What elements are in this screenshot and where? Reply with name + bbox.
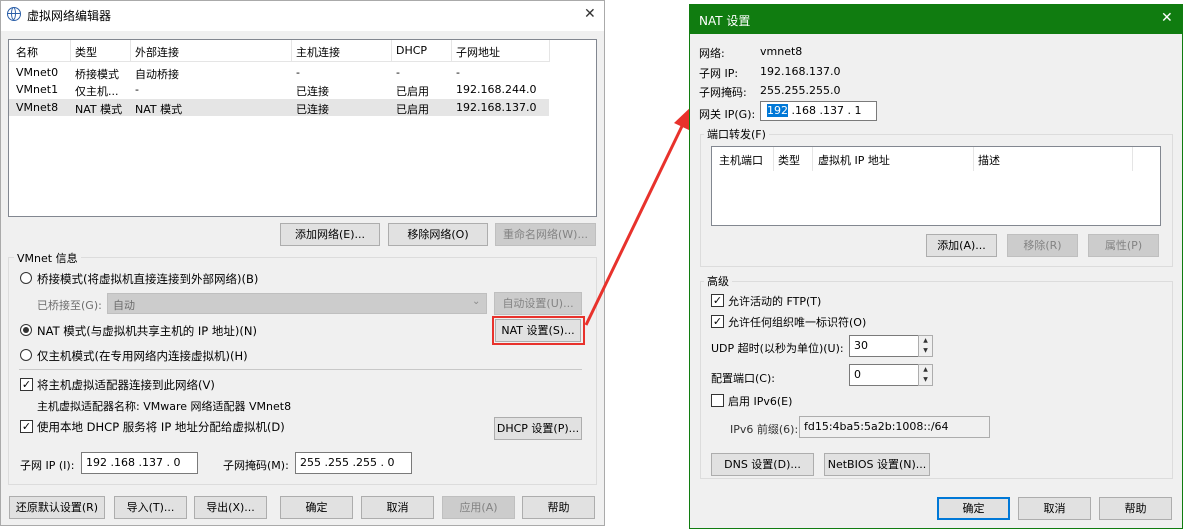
restore-defaults-button[interactable]: 还原默认设置(R) [9,496,105,519]
bridged-to-label: 已桥接至(G): [37,299,102,312]
help-button[interactable]: 帮助 [522,496,595,519]
connect-adapter-label[interactable]: 将主机虚拟适配器连接到此网络(V) [37,377,215,393]
host-only-radio[interactable] [20,349,32,361]
import-button[interactable]: 导入(T)... [114,496,187,519]
column-header[interactable]: DHCP [396,44,427,57]
host-only-label[interactable]: 仅主机模式(在专用网络内连接虚拟机)(H) [37,348,248,364]
allow-ftp-label[interactable]: 允许活动的 FTP(T) [728,293,821,309]
nat-titlebar: NAT 设置 ✕ [690,5,1182,34]
gateway-other-octets: .168 .137 . 1 [788,104,862,117]
app-globe-icon [7,7,21,21]
table-header: 主机端口 类型 虚拟机 IP 地址 描述 [712,147,1134,171]
enable-ipv6-label[interactable]: 启用 IPv6(E) [728,393,792,409]
config-port-input[interactable]: 0 [849,364,919,386]
column-header[interactable]: 虚拟机 IP 地址 [818,152,890,168]
netbios-settings-button[interactable]: NetBIOS 设置(N)... [824,453,930,476]
auto-setup-button[interactable]: 自动设置(U)... [494,292,582,315]
gateway-first-octet: 192 [767,104,788,117]
gateway-ip-label: 网关 IP(G): [699,108,756,121]
subnet-mask-field[interactable]: 255 .255 .255 . 0 [295,452,412,474]
allow-ftp-checkbox[interactable]: ✓ [711,294,724,307]
ipv6-prefix-input[interactable]: fd15:4ba5:5a2b:1008::/64 [799,416,990,438]
column-header[interactable]: 主机连接 [296,44,340,60]
column-header[interactable]: 类型 [75,44,97,60]
nat-settings-highlight [492,316,585,345]
red-arrow [584,105,693,326]
apply-button[interactable]: 应用(A) [442,496,515,519]
nat-window-title: NAT 设置 [699,14,751,28]
config-port-stepper[interactable]: ▲ ▼ [918,364,933,386]
chevron-down-icon: ⌄ [472,296,481,307]
left-titlebar: 虚拟网络编辑器 ✕ [1,1,604,31]
network-value: vmnet8 [760,45,803,58]
column-header[interactable]: 名称 [16,44,38,60]
subnet-ip-field[interactable]: 192 .168 .137 . 0 [81,452,198,474]
bridged-to-select[interactable]: 自动 ⌄ [107,293,487,314]
config-port-label: 配置端口(C): [711,372,775,385]
close-icon[interactable]: ✕ [584,6,596,22]
column-header[interactable]: 主机端口 [719,152,763,168]
nat-mode-label[interactable]: NAT 模式(与虚拟机共享主机的 IP 地址)(N) [37,323,257,339]
divider [19,369,582,370]
adapter-name-text: 主机虚拟适配器名称: VMware 网络适配器 VMnet8 [37,400,292,413]
stepper-up-icon[interactable]: ▲ [919,365,932,375]
dhcp-settings-button[interactable]: DHCP 设置(P)... [494,417,582,440]
subnet-mask-label: 子网掩码(M): [223,459,289,472]
udp-timeout-stepper[interactable]: ▲ ▼ [918,335,933,357]
gateway-ip-field[interactable]: 192 .168 .137 . 1 [760,101,877,121]
udp-timeout-input[interactable]: 30 [849,335,919,357]
table-row[interactable]: VMnet0 桥接模式 自动桥接 - - - [9,65,549,81]
dns-settings-button[interactable]: DNS 设置(D)... [711,453,814,476]
column-header[interactable]: 子网地址 [456,44,500,60]
remove-port-button[interactable]: 移除(R) [1007,234,1078,257]
add-port-button[interactable]: 添加(A)... [926,234,997,257]
subnet-ip-label: 子网 IP (I): [20,459,75,472]
ipv6-prefix-label: IPv6 前缀(6): [730,423,799,436]
table-header: 名称 类型 外部连接 主机连接 DHCP 子网地址 [9,40,550,62]
dhcp-label[interactable]: 使用本地 DHCP 服务将 IP 地址分配给虚拟机(D) [37,419,285,435]
column-header[interactable]: 类型 [778,152,800,168]
cancel-button[interactable]: 取消 [1018,497,1091,520]
stepper-down-icon[interactable]: ▼ [919,375,932,385]
enable-ipv6-checkbox[interactable] [711,394,724,407]
advanced-title: 高级 [704,273,732,289]
allow-oui-label[interactable]: 允许任何组织唯一标识符(O) [728,314,866,330]
network-label: 网络: [699,47,725,60]
add-network-button[interactable]: 添加网络(E)... [280,223,380,246]
table-row[interactable]: VMnet1 仅主机... - 已连接 已启用 192.168.244.0 [9,82,549,98]
window-title: 虚拟网络编辑器 [27,9,112,23]
connect-adapter-checkbox[interactable]: ✓ [20,378,33,391]
column-header[interactable]: 描述 [978,152,1000,168]
bridge-mode-radio[interactable] [20,272,32,284]
port-properties-button[interactable]: 属性(P) [1088,234,1159,257]
port-forwarding-table[interactable]: 主机端口 类型 虚拟机 IP 地址 描述 [711,146,1161,226]
stepper-down-icon[interactable]: ▼ [919,346,932,356]
column-header[interactable]: 外部连接 [135,44,179,60]
subnet-mask-label: 子网掩码: [699,86,747,99]
help-button[interactable]: 帮助 [1099,497,1172,520]
export-button[interactable]: 导出(X)... [194,496,267,519]
cancel-button[interactable]: 取消 [361,496,434,519]
vmnet-info-title: VMnet 信息 [14,250,81,266]
ok-button[interactable]: 确定 [937,497,1010,520]
subnet-mask-value: 255.255.255.0 [760,84,841,97]
dhcp-checkbox[interactable]: ✓ [20,420,33,433]
bridge-mode-label[interactable]: 桥接模式(将虚拟机直接连接到外部网络)(B) [37,271,258,287]
virtual-network-editor-window: 虚拟网络编辑器 ✕ 名称 类型 外部连接 主机连接 DHCP 子网地址 VMne… [0,0,605,526]
remove-network-button[interactable]: 移除网络(O) [388,223,488,246]
stepper-up-icon[interactable]: ▲ [919,336,932,346]
allow-oui-checkbox[interactable]: ✓ [711,315,724,328]
subnet-ip-label: 子网 IP: [699,67,739,80]
close-icon[interactable]: ✕ [1161,10,1173,26]
udp-timeout-label: UDP 超时(以秒为单位)(U): [711,342,844,355]
nat-settings-window: NAT 设置 ✕ 网络: vmnet8 子网 IP: 192.168.137.0… [689,4,1183,529]
ok-button[interactable]: 确定 [280,496,353,519]
subnet-ip-value: 192.168.137.0 [760,65,841,78]
table-row-selected[interactable]: VMnet8 NAT 模式 NAT 模式 已连接 已启用 192.168.137… [9,99,549,116]
nat-mode-radio[interactable] [20,324,32,336]
port-forwarding-title: 端口转发(F) [704,126,769,142]
network-table[interactable]: 名称 类型 外部连接 主机连接 DHCP 子网地址 VMnet0 桥接模式 自动… [8,39,597,217]
